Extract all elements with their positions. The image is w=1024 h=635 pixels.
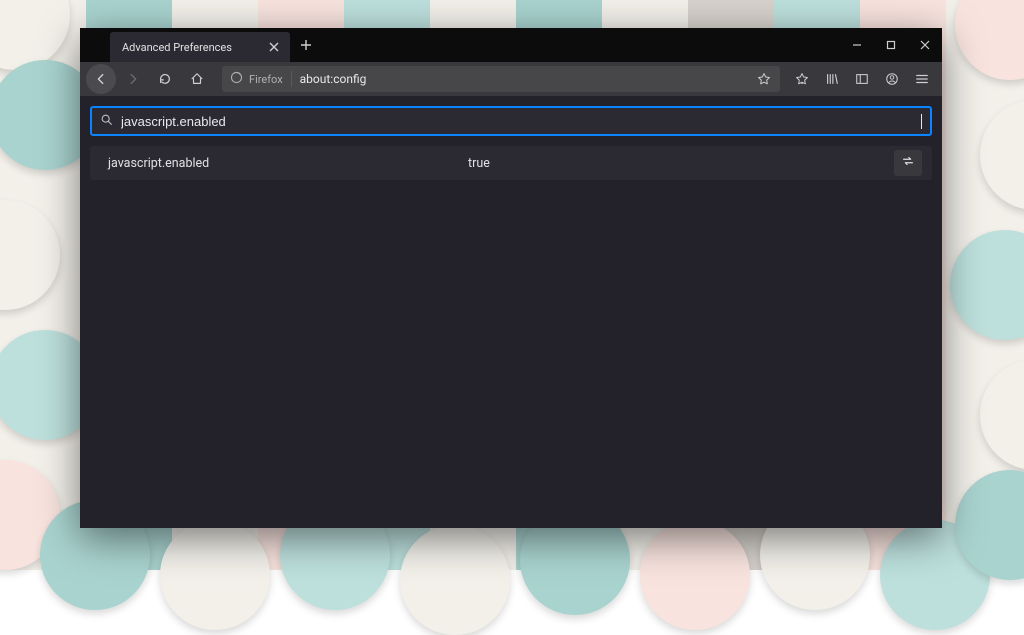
pref-search-box[interactable]	[90, 106, 932, 136]
toggle-icon	[901, 154, 915, 172]
browser-window: Advanced Preferences	[80, 28, 942, 528]
account-icon[interactable]	[878, 65, 906, 93]
forward-button[interactable]	[118, 65, 148, 93]
window-controls	[840, 28, 942, 62]
new-tab-button[interactable]	[290, 28, 322, 62]
pref-row[interactable]: javascript.enabled true	[90, 146, 932, 180]
identity-label: Firefox	[249, 73, 283, 86]
toolbar-right-icons	[788, 65, 936, 93]
identity-box[interactable]: Firefox	[230, 71, 292, 87]
library-icon[interactable]	[818, 65, 846, 93]
pref-search-input[interactable]	[121, 114, 920, 129]
toggle-button[interactable]	[894, 150, 922, 176]
text-caret	[921, 114, 922, 129]
minimize-button[interactable]	[840, 28, 874, 62]
browser-tab[interactable]: Advanced Preferences	[110, 32, 290, 62]
aboutconfig-content: javascript.enabled true	[80, 96, 942, 528]
url-bar[interactable]: Firefox about:config	[222, 66, 780, 92]
firefox-icon	[230, 71, 243, 87]
titlebar: Advanced Preferences	[80, 28, 942, 62]
close-tab-icon[interactable]	[266, 39, 282, 55]
home-button[interactable]	[182, 65, 212, 93]
nav-toolbar: Firefox about:config	[80, 62, 942, 96]
reload-button[interactable]	[150, 65, 180, 93]
url-text: about:config	[300, 72, 748, 86]
pocket-icon[interactable]	[788, 65, 816, 93]
pref-name: javascript.enabled	[108, 156, 468, 171]
bookmark-star-icon[interactable]	[756, 71, 772, 87]
menu-icon[interactable]	[908, 65, 936, 93]
back-button[interactable]	[86, 64, 116, 94]
search-icon	[100, 113, 113, 129]
pref-value: true	[468, 156, 894, 171]
close-window-button[interactable]	[908, 28, 942, 62]
sidebar-icon[interactable]	[848, 65, 876, 93]
tab-title: Advanced Preferences	[122, 41, 266, 54]
maximize-button[interactable]	[874, 28, 908, 62]
